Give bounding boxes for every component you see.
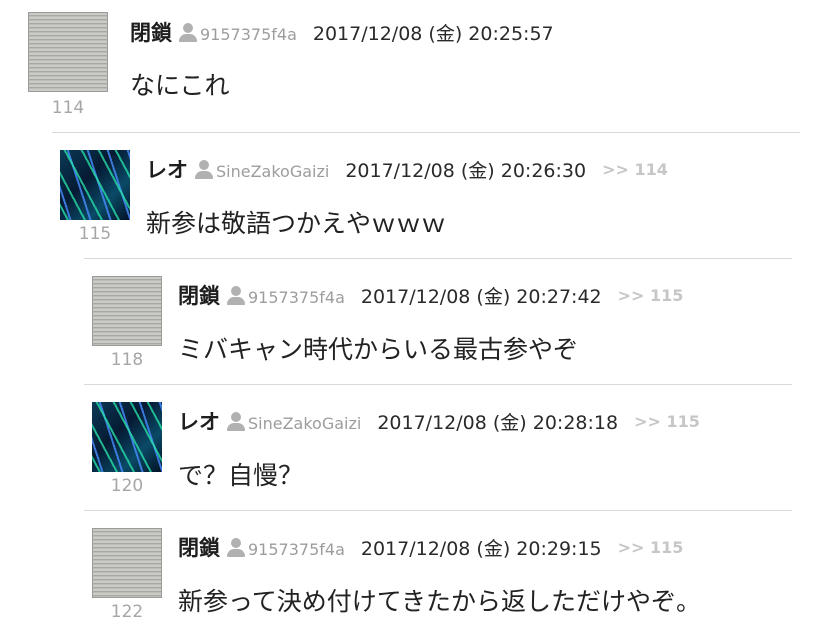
post-number[interactable]: 115 xyxy=(60,224,130,244)
reply-link[interactable]: >> 115 xyxy=(634,412,700,431)
comment-body: ミバキャン時代からいる最古参やぞ xyxy=(178,335,579,364)
reply-link[interactable]: >> 114 xyxy=(602,160,668,179)
avatar[interactable] xyxy=(60,150,130,220)
reply-link[interactable]: >> 115 xyxy=(618,286,684,305)
timestamp: 2017/12/08 (金) 20:29:15 xyxy=(360,538,602,560)
post-header: レオ SineZakoGaizi 2017/12/08 (金) 20:28:18 >>… xyxy=(178,406,700,436)
user-icon xyxy=(179,23,197,42)
post-number[interactable]: 120 xyxy=(92,476,162,496)
user-icon xyxy=(227,286,245,305)
username[interactable]: 閉鎖 xyxy=(178,536,220,560)
timestamp: 2017/12/08 (金) 20:26:30 xyxy=(345,160,587,182)
user-id[interactable]: SineZakoGaizi xyxy=(248,414,361,433)
comment-body: で？自慢？ xyxy=(178,461,304,490)
user-id[interactable]: 9157375f4a xyxy=(248,288,345,307)
timestamp: 2017/12/08 (金) 20:28:18 xyxy=(377,412,619,434)
user-icon xyxy=(227,538,245,557)
user-icon xyxy=(195,160,213,179)
post-divider xyxy=(84,510,792,511)
user-id[interactable]: 9157375f4a xyxy=(248,540,345,559)
username[interactable]: レオ xyxy=(178,410,220,434)
reply-link[interactable]: >> 115 xyxy=(618,538,684,557)
username[interactable]: 閉鎖 xyxy=(178,284,220,308)
post-number[interactable]: 114 xyxy=(28,98,108,118)
comment-body: なにこれ xyxy=(130,71,230,100)
avatar[interactable] xyxy=(92,528,162,598)
user-icon xyxy=(227,412,245,431)
timestamp: 2017/12/08 (金) 20:27:42 xyxy=(360,286,602,308)
post-header: 閉鎖 9157375f4a 2017/12/08 (金) 20:27:42 >> 11… xyxy=(178,280,683,310)
post-number[interactable]: 122 xyxy=(92,602,162,622)
timestamp: 2017/12/08 (金) 20:25:57 xyxy=(312,23,554,45)
post-header: 閉鎖 9157375f4a 2017/12/08 (金) 20:25:57 xyxy=(130,17,554,47)
post-divider xyxy=(52,132,800,133)
post-number[interactable]: 118 xyxy=(92,350,162,370)
post-header: レオ SineZakoGaizi 2017/12/08 (金) 20:26:30 >>… xyxy=(146,154,668,184)
post-divider xyxy=(84,384,792,385)
user-id[interactable]: SineZakoGaizi xyxy=(216,162,329,181)
post-header: 閉鎖 9157375f4a 2017/12/08 (金) 20:29:15 >> 11… xyxy=(178,532,683,562)
user-id[interactable]: 9157375f4a xyxy=(200,25,297,44)
avatar[interactable] xyxy=(92,402,162,472)
comment-body: 新参は敬語つかえやｗｗｗ xyxy=(146,209,447,238)
avatar[interactable] xyxy=(92,276,162,346)
comment-body: 新参って決め付けてきたから返しただけやぞ。 xyxy=(178,587,702,616)
post-divider xyxy=(84,258,792,259)
username[interactable]: 閉鎖 xyxy=(130,21,172,45)
username[interactable]: レオ xyxy=(146,158,188,182)
avatar[interactable] xyxy=(28,12,108,92)
